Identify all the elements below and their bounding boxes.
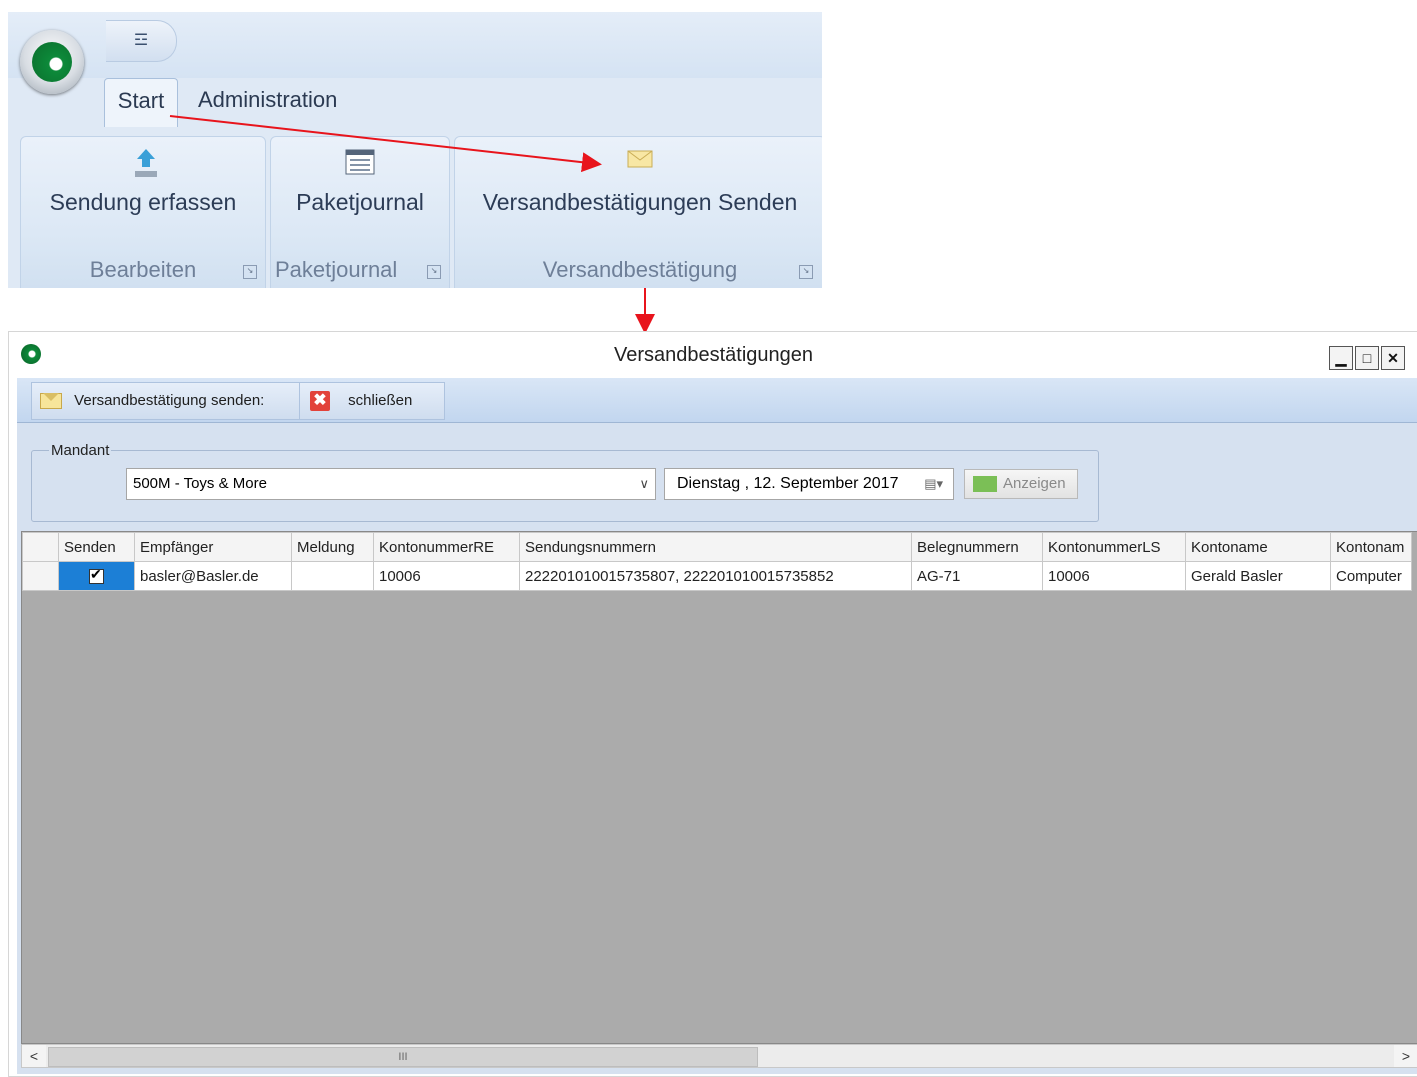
cell-kontonummer-re[interactable]: 10006: [373, 561, 520, 591]
tab-administration[interactable]: Administration: [198, 78, 337, 126]
group-label-paketjournal: Paketjournal: [275, 257, 398, 282]
mandant-legend: Mandant: [49, 442, 112, 459]
senden-checkbox[interactable]: [89, 566, 104, 585]
column-header-kontonummer-re[interactable]: KontonummerRE: [373, 532, 520, 562]
dialog-launcher-icon[interactable]: ↘: [243, 265, 257, 279]
envelope-icon: [40, 393, 62, 410]
grid-header-row: Senden Empfänger Meldung KontonummerRE S…: [22, 532, 1412, 562]
column-header-empfaenger[interactable]: Empfänger: [134, 532, 292, 562]
group-paketjournal: Paketjournal Paketjournal ↘: [270, 136, 450, 288]
horizontal-scrollbar[interactable]: < III >: [21, 1044, 1417, 1068]
mandant-value: 500M - Toys & More: [133, 475, 267, 492]
cell-kontonummer-ls[interactable]: 10006: [1042, 561, 1186, 591]
tab-start[interactable]: Start: [104, 78, 178, 127]
column-header-kontonummer-ls[interactable]: KontonummerLS: [1042, 532, 1186, 562]
column-header-kontoname[interactable]: Kontoname: [1185, 532, 1331, 562]
cell-sendungsnummern[interactable]: 222201010015735807, 222201010015735852: [519, 561, 912, 591]
picture-icon: [973, 476, 997, 493]
row-header-corner: [22, 532, 59, 562]
cell-kontoname[interactable]: Gerald Basler: [1185, 561, 1331, 591]
table-row[interactable]: basler@Basler.de 10006 22220101001573580…: [22, 561, 1412, 591]
mandant-select[interactable]: 500M - Toys & More ∨: [126, 468, 656, 500]
minimize-button[interactable]: ▁: [1329, 346, 1353, 370]
group-label-bearbeiten: Bearbeiten: [89, 257, 197, 282]
toolbar: Versandbestätigung senden: ✖ schließen: [17, 378, 1417, 423]
versandbestaetigungen-senden-button[interactable]: Versandbestätigungen Senden: [455, 189, 822, 216]
versandbestaetigungen-window: Versandbestätigungen ▁ □ ✕ Versandbestät…: [8, 331, 1417, 1077]
column-header-belegnummern[interactable]: Belegnummern: [911, 532, 1043, 562]
cell-meldung[interactable]: [291, 561, 374, 591]
column-header-sendungsnummern[interactable]: Sendungsnummern: [519, 532, 912, 562]
maximize-button[interactable]: □: [1355, 346, 1379, 370]
close-icon: ✖: [310, 391, 330, 412]
application-menu-button[interactable]: [20, 30, 84, 94]
close-label: schließen: [348, 392, 413, 409]
app-logo-icon: [32, 42, 72, 82]
calendar-dropdown-icon[interactable]: ▤▾: [924, 469, 943, 499]
group-label-versandbestaetigung: Versandbestätigung: [542, 257, 738, 282]
scroll-right-button[interactable]: >: [1394, 1045, 1417, 1067]
column-header-senden[interactable]: Senden: [58, 532, 135, 562]
dialog-launcher-icon[interactable]: ↘: [427, 265, 441, 279]
window-titlebar: Versandbestätigungen ▁ □ ✕: [9, 332, 1417, 378]
cell-belegnummern[interactable]: AG-71: [911, 561, 1043, 591]
cell-kontoname-2[interactable]: Computer: [1330, 561, 1412, 591]
send-confirmation-button[interactable]: Versandbestätigung senden:: [31, 382, 305, 420]
group-versandbestaetigung: Versandbestätigungen Senden Versandbestä…: [454, 136, 822, 288]
anzeigen-button[interactable]: Anzeigen: [964, 469, 1078, 499]
scrollbar-thumb[interactable]: III: [48, 1047, 758, 1067]
sendung-erfassen-button[interactable]: Sendung erfassen: [21, 189, 265, 216]
close-button[interactable]: ✖ schließen: [299, 382, 445, 420]
ribbon: ☲ Start Administration Sendung erfassen …: [8, 12, 822, 288]
chevron-down-icon: ∨: [639, 476, 649, 491]
cell-empfaenger[interactable]: basler@Basler.de: [134, 561, 292, 591]
senden-checkbox-cell[interactable]: [58, 561, 135, 591]
upload-icon: [135, 149, 157, 177]
paketjournal-button[interactable]: Paketjournal: [271, 189, 449, 216]
envelope-icon: [627, 150, 653, 168]
date-value: Dienstag , 12. September 2017: [677, 475, 899, 492]
anzeigen-label: Anzeigen: [1003, 475, 1066, 492]
grid-table: Senden Empfänger Meldung KontonummerRE S…: [22, 532, 1412, 591]
window-title: Versandbestätigungen: [613, 344, 814, 366]
journal-icon: [345, 149, 375, 175]
data-grid: Senden Empfänger Meldung KontonummerRE S…: [21, 531, 1417, 1044]
group-bearbeiten: Sendung erfassen Bearbeiten ↘: [20, 136, 266, 288]
column-header-kontoname-2[interactable]: Kontonam: [1330, 532, 1412, 562]
column-header-meldung[interactable]: Meldung: [291, 532, 374, 562]
close-window-button[interactable]: ✕: [1381, 346, 1405, 370]
dialog-launcher-icon[interactable]: ↘: [799, 265, 813, 279]
send-confirmation-label: Versandbestätigung senden:: [74, 392, 265, 409]
scroll-left-button[interactable]: <: [22, 1045, 46, 1067]
row-header[interactable]: [22, 561, 59, 591]
date-picker[interactable]: Dienstag , 12. September 2017 ▤▾: [664, 468, 954, 500]
quick-access-dropdown-button[interactable]: ☲: [106, 20, 177, 62]
